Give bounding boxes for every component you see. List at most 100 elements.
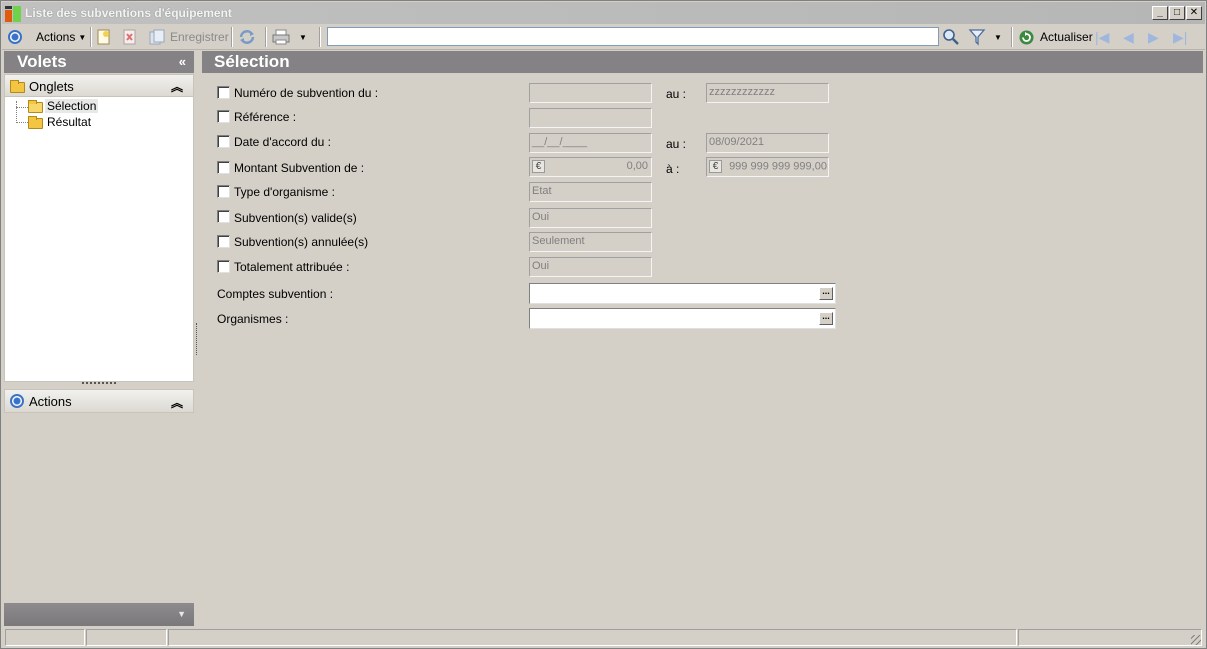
- date-accord-label: Date d'accord du :: [234, 135, 332, 149]
- comptes-browse-button[interactable]: ...: [819, 287, 833, 300]
- application-window: Liste des subventions d'équipement _ □ ✕…: [0, 0, 1207, 649]
- delete-icon[interactable]: [123, 28, 137, 46]
- type-organisme-field[interactable]: Etat: [529, 182, 652, 202]
- filter-options-chevron-icon[interactable]: ▼: [994, 28, 1002, 46]
- type-organisme-checkbox[interactable]: [217, 185, 230, 198]
- chevron-down-icon: ▼: [177, 609, 186, 619]
- actions-menu-label: Actions: [36, 30, 76, 44]
- comptes-field[interactable]: ...: [529, 283, 836, 304]
- close-button[interactable]: ✕: [1186, 6, 1202, 20]
- next-record-icon[interactable]: ▶: [1148, 28, 1159, 46]
- collapse-chevron-icon[interactable]: ︽: [171, 394, 183, 411]
- montant-to-label: à :: [666, 162, 680, 176]
- print-icon[interactable]: [272, 28, 290, 46]
- maximize-button[interactable]: □: [1169, 6, 1185, 20]
- print-options-chevron-icon[interactable]: ▼: [299, 28, 307, 46]
- save-button[interactable]: Enregistrer: [149, 28, 229, 46]
- numero-to-label: au :: [666, 87, 687, 101]
- save-icon: [149, 29, 165, 45]
- valide-label: Subvention(s) valide(s): [234, 211, 357, 225]
- onglets-header[interactable]: Onglets ︽: [5, 75, 193, 97]
- date-accord-checkbox[interactable]: [217, 135, 230, 148]
- refresh-label: Actualiser: [1040, 30, 1093, 44]
- open-folder-icon: [28, 100, 43, 113]
- main-toolbar: Actions ▼ Enregistrer ▼ ▼ Actualiser |◀ …: [2, 24, 1205, 50]
- organismes-browse-button[interactable]: ...: [819, 312, 833, 325]
- tree-item-resultat[interactable]: Résultat: [47, 115, 91, 129]
- reference-checkbox[interactable]: [217, 110, 230, 123]
- actions-circle-icon[interactable]: [8, 28, 22, 46]
- reference-label: Référence :: [234, 110, 297, 124]
- folder-icon: [28, 116, 43, 129]
- totalement-label: Totalement attribuée :: [234, 260, 350, 274]
- first-record-icon[interactable]: |◀: [1095, 28, 1109, 46]
- organismes-label: Organismes :: [217, 312, 289, 326]
- status-cell: [168, 629, 1017, 646]
- page-title: Sélection: [214, 52, 290, 71]
- actions-circle-icon: [10, 394, 24, 408]
- collapse-chevron-icon[interactable]: ︽: [171, 78, 183, 95]
- valide-field[interactable]: Oui: [529, 208, 652, 228]
- selection-header: Sélection: [202, 51, 1203, 73]
- annulee-checkbox[interactable]: [217, 235, 230, 248]
- montant-checkbox[interactable]: [217, 161, 230, 174]
- save-label: Enregistrer: [170, 30, 229, 44]
- actions-menu-button[interactable]: Actions ▼: [36, 28, 86, 46]
- euro-icon: €: [532, 160, 545, 173]
- montant-from-field[interactable]: € 0,00: [529, 157, 652, 177]
- new-document-icon[interactable]: [97, 28, 111, 46]
- comptes-label: Comptes subvention :: [217, 287, 334, 301]
- euro-icon: €: [709, 160, 722, 173]
- filter-icon[interactable]: [968, 28, 986, 46]
- montant-from-value: 0,00: [626, 160, 648, 172]
- status-cell: [5, 629, 85, 646]
- app-logo-icon: [5, 6, 21, 22]
- date-accord-to-field[interactable]: 08/09/2021: [706, 133, 829, 153]
- volets-header: Volets «: [4, 51, 194, 73]
- panel-footer[interactable]: ▼: [4, 603, 194, 626]
- tree-item-selection[interactable]: Sélection: [45, 99, 99, 113]
- volets-panel: Volets « Onglets ︽ Sélection Résultat Ac…: [4, 51, 194, 626]
- montant-label: Montant Subvention de :: [234, 161, 365, 175]
- search-field[interactable]: [328, 28, 938, 45]
- numero-checkbox[interactable]: [217, 86, 230, 99]
- actions-section-header[interactable]: Actions ︽: [4, 389, 194, 413]
- refresh-icon: [1019, 30, 1034, 44]
- onglets-section: Onglets ︽ Sélection Résultat: [4, 74, 194, 382]
- valide-checkbox[interactable]: [217, 210, 230, 223]
- window-resize-grip[interactable]: [1191, 635, 1201, 645]
- search-icon[interactable]: [942, 28, 960, 46]
- date-accord-from-field[interactable]: __/__/____: [529, 133, 652, 153]
- minimize-button[interactable]: _: [1152, 6, 1168, 20]
- status-cell: [86, 629, 167, 646]
- onglets-label: Onglets: [29, 79, 74, 94]
- annulee-field[interactable]: Seulement: [529, 232, 652, 252]
- reference-field[interactable]: [529, 108, 652, 128]
- status-cell: [1018, 629, 1202, 646]
- date-accord-to-label: au :: [666, 137, 687, 151]
- previous-record-icon[interactable]: ◀: [1123, 28, 1134, 46]
- numero-from-field[interactable]: [529, 83, 652, 103]
- sync-icon[interactable]: [238, 28, 256, 46]
- totalement-checkbox[interactable]: [217, 260, 230, 273]
- montant-to-field[interactable]: € 999 999 999 999,00: [706, 157, 829, 177]
- panel-splitter[interactable]: [196, 323, 197, 355]
- type-organisme-label: Type d'organisme :: [234, 185, 336, 199]
- numero-to-field[interactable]: zzzzzzzzzzzz: [706, 83, 829, 103]
- montant-to-value: 999 999 999 999,00: [729, 160, 827, 173]
- window-title: Liste des subventions d'équipement: [25, 6, 232, 20]
- title-bar: Liste des subventions d'équipement _ □ ✕: [2, 2, 1205, 24]
- volets-title: Volets: [17, 52, 67, 71]
- actions-section-label: Actions: [29, 394, 72, 409]
- last-record-icon[interactable]: ▶|: [1173, 28, 1187, 46]
- numero-label: Numéro de subvention du :: [234, 86, 379, 100]
- refresh-button[interactable]: Actualiser: [1018, 28, 1093, 46]
- search-input[interactable]: [327, 27, 939, 46]
- collapse-panel-icon[interactable]: «: [179, 54, 186, 69]
- organismes-field[interactable]: ...: [529, 308, 836, 329]
- totalement-field[interactable]: Oui: [529, 257, 652, 277]
- status-bar: [2, 628, 1205, 647]
- annulee-label: Subvention(s) annulée(s): [234, 235, 369, 249]
- chevron-down-icon: ▼: [78, 32, 87, 42]
- resize-grip-handle[interactable]: [82, 382, 116, 386]
